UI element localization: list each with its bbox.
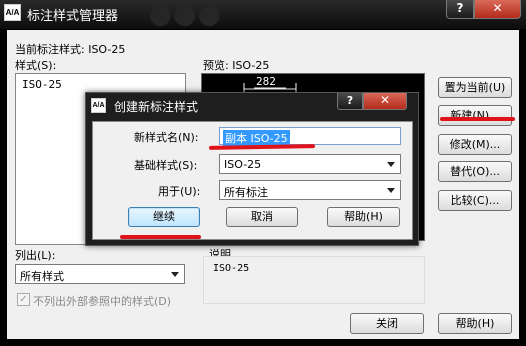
background-glyph: ●●● [150, 0, 224, 34]
override-button[interactable]: 替代(O)... [438, 161, 512, 182]
description-value: ISO-25 [213, 263, 250, 274]
title-close-button[interactable]: ✕ [474, 0, 521, 19]
title-help-button[interactable]: ? [446, 0, 474, 19]
modify-button[interactable]: 修改(M)... [438, 134, 512, 155]
dialog-app-icon: A/A [91, 98, 106, 113]
description-box: ISO-25 [203, 256, 425, 304]
dialog-help-button[interactable]: 帮助(H) [327, 207, 400, 227]
list-label: 列出(L): [15, 249, 56, 262]
list-item[interactable]: ISO-25 [22, 78, 62, 91]
preview-label: 预览: ISO-25 [203, 59, 270, 72]
base-style-label: 基础样式(S): [134, 159, 198, 172]
continue-button[interactable]: 继续 [128, 207, 200, 227]
chevron-down-icon [171, 272, 179, 277]
list-filter-value: 所有样式 [20, 270, 64, 283]
window-title: 标注样式管理器 [27, 9, 119, 24]
chevron-down-icon [387, 162, 395, 167]
compare-button[interactable]: 比较(C)... [438, 190, 512, 211]
new-button[interactable]: 新建(N)... [438, 105, 512, 126]
new-style-name-input[interactable]: 副本 ISO-25 [219, 127, 401, 146]
current-style-label: 当前标注样式: ISO-25 [15, 43, 126, 56]
dialog-body: 新样式名(N): 副本 ISO-25 基础样式(S): ISO-25 用于(U)… [92, 121, 413, 240]
create-new-style-dialog: A/A 创建新标注样式 ? ✕ 新样式名(N): 副本 ISO-25 基础样式(… [85, 92, 419, 246]
cancel-button[interactable]: 取消 [226, 207, 298, 227]
list-filter-select[interactable]: 所有样式 [15, 264, 185, 284]
app-icon: A/A [4, 4, 21, 21]
set-current-button[interactable]: 置为当前(U) [438, 77, 512, 98]
close-button[interactable]: 关闭 [350, 313, 424, 334]
base-style-value: ISO-25 [224, 158, 262, 171]
base-style-select[interactable]: ISO-25 [219, 154, 401, 174]
use-for-label: 用于(U): [158, 185, 201, 198]
annotation-underline-continue [120, 235, 201, 239]
dialog-title: 创建新标注样式 [114, 100, 199, 114]
title-bar: ●●● A/A 标注样式管理器 ? ✕ [0, 0, 526, 34]
new-style-name-value: 副本 ISO-25 [223, 130, 290, 146]
exclude-xref-label: 不列出外部参照中的样式(D) [33, 295, 172, 308]
dialog-title-help-button[interactable]: ? [337, 93, 363, 110]
chevron-down-icon [387, 188, 395, 193]
use-for-value: 所有标注 [224, 186, 268, 199]
new-style-name-label: 新样式名(N): [134, 131, 199, 144]
use-for-select[interactable]: 所有标注 [219, 180, 401, 200]
styles-label: 样式(S): [15, 59, 57, 72]
dialog-title-close-button[interactable]: ✕ [363, 93, 407, 110]
help-button[interactable]: 帮助(H) [438, 313, 512, 334]
annotation-underline-new [440, 117, 515, 121]
exclude-xref-checkbox[interactable]: ✓ [17, 293, 30, 306]
preview-dimension-text: 282 [256, 75, 276, 88]
